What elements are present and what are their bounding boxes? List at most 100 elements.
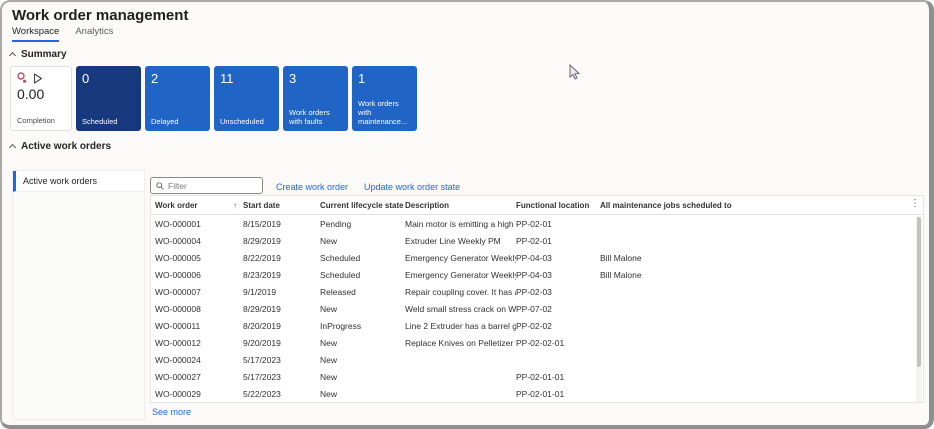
cell-description: Repair coupling cover. It has a d... [405, 286, 516, 297]
cell-functional-location: PP-02-03 [516, 286, 552, 297]
collapse-active-work-orders-icon[interactable] [8, 143, 17, 152]
cell-functional-location: PP-04-03 [516, 252, 552, 263]
cell-scheduled-to: Bill Malone [600, 252, 642, 263]
cell-start-date: 9/1/2019 [243, 286, 277, 297]
mouse-cursor [569, 64, 581, 80]
tab-workspace[interactable]: Workspace [12, 26, 60, 42]
cell-start-date: 9/20/2019 [243, 337, 281, 348]
filter-field [150, 177, 263, 194]
cell-functional-location: PP-04-03 [516, 269, 552, 280]
see-more-link[interactable]: See more [152, 407, 191, 417]
sort-ascending-icon: ↑ [233, 200, 237, 210]
grid-vertical-scrollbar[interactable] [916, 216, 922, 402]
column-header-work-order[interactable]: Work order ↑ [155, 201, 243, 210]
work-orders-grid: Work order ↑ Start date Current lifecycle s… [150, 195, 924, 403]
column-header-all-maintenance-jobs-scheduled-to[interactable]: All maintenance jobs scheduled to [600, 201, 923, 210]
app-window: Work order management Workspace Analytics… [0, 0, 934, 429]
cell-functional-location: PP-02-02-01 [516, 337, 565, 348]
cell-start-date: 8/15/2019 [243, 218, 281, 229]
cell-lifecycle-state: New [320, 388, 338, 399]
cell-lifecycle-state: Scheduled [320, 269, 361, 280]
column-header-start-date[interactable]: Start date [243, 201, 320, 210]
column-header-label: All maintenance jobs scheduled to [600, 200, 732, 210]
column-header-label: Description [405, 200, 450, 210]
cell-work-order: WO-000006 [155, 269, 201, 280]
cell-scheduled-to: Bill Malone [600, 269, 642, 280]
grid-body: WO-000001 8/15/2019 Pending Main motor is e… [151, 215, 923, 402]
column-header-current-lifecycle-state[interactable]: Current lifecycle state [320, 201, 405, 210]
column-header-label: Start date [243, 200, 280, 210]
column-header-label: Functional location [516, 200, 590, 210]
table-row[interactable]: WO-000027 5/17/2023 New PP-02-01-01 [151, 368, 923, 385]
create-work-order-link[interactable]: Create work order [276, 182, 348, 192]
kpi-tile-scheduled[interactable]: 0 Scheduled [76, 66, 141, 131]
table-row[interactable]: WO-000011 8/20/2019 InProgress Line 2 Extru… [151, 317, 923, 334]
update-work-order-state-link[interactable]: Update work order state [364, 182, 460, 192]
kpi-label: Delayed [151, 117, 179, 126]
cell-functional-location: PP-02-02 [516, 320, 552, 331]
cell-description: Extruder Line Weekly PM [405, 235, 501, 246]
summary-section-title: Summary [21, 49, 67, 60]
search-icon [156, 181, 164, 190]
column-header-description[interactable]: Description [405, 201, 516, 210]
column-header-label: Current lifecycle state [320, 200, 404, 210]
page-title: Work order management [12, 7, 189, 24]
cell-lifecycle-state: Pending [320, 218, 352, 229]
table-row[interactable]: WO-000005 8/22/2019 Scheduled Emergency Gen… [151, 249, 923, 266]
grid-more-options-icon[interactable]: ⋮ [910, 199, 920, 209]
cell-description: Line 2 Extruder has a barrel guar... [405, 320, 516, 331]
kpi-tile-delayed[interactable]: 2 Delayed [145, 66, 210, 131]
cell-lifecycle-state: Released [320, 286, 356, 297]
table-row[interactable]: WO-000008 8/29/2019 New Weld small stress c… [151, 300, 923, 317]
cell-work-order: WO-000005 [155, 252, 201, 263]
cell-functional-location: PP-07-02 [516, 303, 552, 314]
summary-section-header: Summary [8, 49, 67, 60]
cell-lifecycle-state: Scheduled [320, 252, 361, 263]
table-row[interactable]: WO-000004 8/29/2019 New Extruder Line Weekl… [151, 232, 923, 249]
cell-start-date: 8/29/2019 [243, 235, 281, 246]
scrollbar-thumb[interactable] [917, 217, 921, 367]
summary-tiles: 0.00 Completion 0 Scheduled 2 Delayed 11 Unsc… [10, 66, 417, 131]
completion-label: Completion [17, 116, 55, 125]
kpi-tile-work-orders-with-faults[interactable]: 3 Work orders with faults [283, 66, 348, 131]
toolbar-actions: Create work order Update work order state [276, 182, 460, 192]
cell-lifecycle-state: New [320, 337, 338, 348]
table-row[interactable]: WO-000024 5/17/2023 New [151, 351, 923, 368]
cell-start-date: 8/29/2019 [243, 303, 281, 314]
active-work-orders-section-title: Active work orders [21, 141, 112, 152]
cell-work-order: WO-000008 [155, 303, 201, 314]
table-row[interactable]: WO-000001 8/15/2019 Pending Main motor is e… [151, 215, 923, 232]
cell-start-date: 5/17/2023 [243, 354, 281, 365]
table-row[interactable]: WO-000029 5/22/2023 New PP-02-01-01 [151, 385, 923, 402]
active-work-orders-section-header: Active work orders [8, 141, 112, 152]
table-row[interactable]: WO-000006 8/23/2019 Scheduled Emergency Gen… [151, 266, 923, 283]
kpi-value: 0 [82, 71, 90, 86]
collapse-summary-icon[interactable] [8, 51, 17, 60]
kpi-label: Unscheduled [220, 117, 264, 126]
cell-description: Replace Knives on Pelletizer for ... [405, 337, 516, 348]
cell-work-order: WO-000029 [155, 388, 201, 399]
sidebar-item-active-work-orders[interactable]: Active work orders [13, 171, 144, 192]
cell-work-order: WO-000027 [155, 371, 201, 382]
cell-start-date: 8/23/2019 [243, 269, 281, 280]
kpi-tile-work-orders-with-maintenance[interactable]: 1 Work orders with maintenance... [352, 66, 417, 131]
kpi-value: 3 [289, 71, 297, 86]
completion-tile[interactable]: 0.00 Completion [10, 66, 72, 131]
table-row[interactable]: WO-000007 9/1/2019 Released Repair coupling… [151, 283, 923, 300]
table-row[interactable]: WO-000012 9/20/2019 New Replace Knives on P… [151, 334, 923, 351]
tab-analytics[interactable]: Analytics [75, 26, 113, 42]
play-icon[interactable] [33, 72, 43, 84]
kpi-label: Scheduled [82, 117, 118, 126]
kpi-tile-unscheduled[interactable]: 11 Unscheduled [214, 66, 279, 131]
cell-work-order: WO-000011 [155, 320, 201, 331]
column-header-functional-location[interactable]: Functional location [516, 201, 600, 210]
cell-start-date: 8/20/2019 [243, 320, 281, 331]
filter-input[interactable] [168, 180, 253, 191]
cell-description: Weld small stress crack on Wate... [405, 303, 516, 314]
cell-work-order: WO-000001 [155, 218, 201, 229]
work-orders-sidebar: Active work orders [12, 170, 145, 420]
cell-start-date: 8/22/2019 [243, 252, 281, 263]
cell-description: Emergency Generator Weekly PM [405, 269, 516, 280]
cell-functional-location: PP-02-01 [516, 235, 552, 246]
tab-bar: Workspace Analytics [12, 26, 113, 42]
